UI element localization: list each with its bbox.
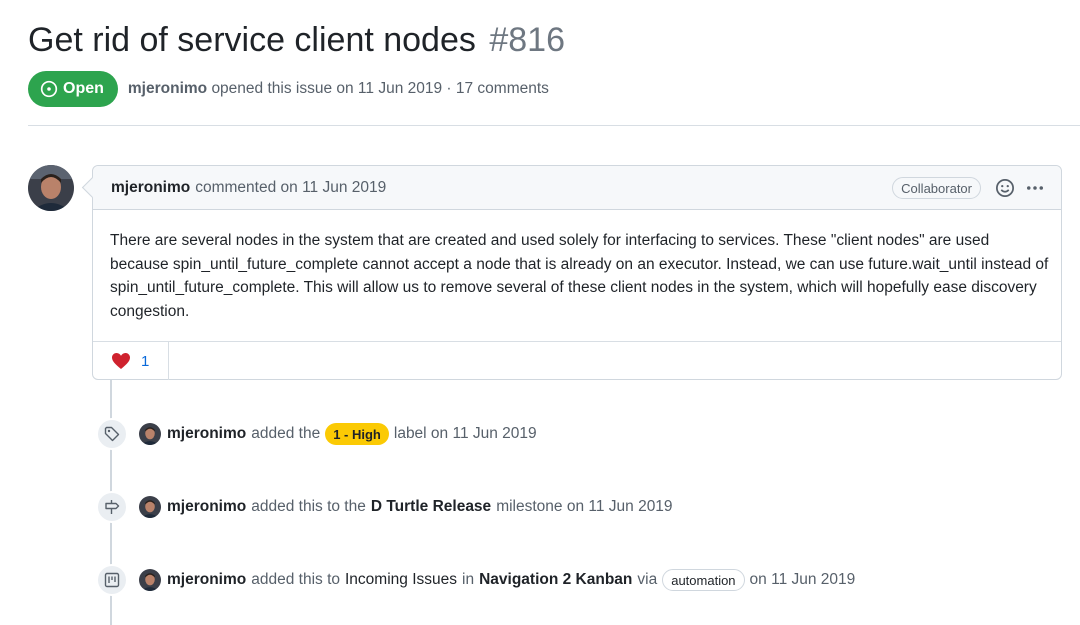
timeline-item-milestone: mjeronimo added this to the D Turtle Rel…	[96, 491, 673, 523]
issue-state-label: Open	[63, 80, 104, 97]
timeline-text: mjeronimo added this to Incoming Issues …	[167, 569, 855, 591]
avatar-image	[28, 165, 74, 211]
comment-timestamp[interactable]: commented on 11 Jun 2019	[195, 179, 386, 197]
avatar[interactable]	[139, 496, 161, 518]
issue-opened-details: opened this issue on 11 Jun 2019 · 17 co…	[211, 80, 549, 97]
automation-badge: automation	[662, 569, 745, 591]
timeline-prefix: added this to the	[251, 498, 366, 515]
collaborator-badge: Collaborator	[892, 177, 981, 199]
milestone-link[interactable]: D Turtle Release	[371, 498, 491, 516]
reaction-heart[interactable]: 1	[93, 342, 169, 380]
issue-number: #816	[489, 21, 565, 59]
reactions-bar: 1	[93, 341, 1061, 380]
reaction-count: 1	[141, 352, 150, 370]
timeline-suffix: on 11 Jun 2019	[749, 571, 856, 588]
timeline-author-link[interactable]: mjeronimo	[167, 498, 246, 516]
timeline-item-label: mjeronimo added the 1 - High label on 11…	[96, 418, 537, 450]
issue-title-text: Get rid of service client nodes	[28, 21, 476, 59]
timeline-author-link[interactable]: mjeronimo	[167, 571, 246, 589]
issue-meta: Open mjeronimo opened this issue on 11 J…	[28, 71, 549, 107]
header-divider	[28, 125, 1080, 126]
smiley-icon[interactable]	[993, 176, 1017, 200]
tag-icon	[96, 418, 128, 450]
project-icon	[96, 564, 128, 596]
avatar[interactable]	[139, 569, 161, 591]
issue-opened-text: mjeronimo opened this issue on 11 Jun 20…	[128, 80, 549, 98]
timeline-prefix: added the	[251, 425, 321, 442]
milestone-icon	[96, 491, 128, 523]
comment-header: mjeronimo commented on 11 Jun 2019 Colla…	[93, 166, 1061, 210]
heart-icon	[112, 353, 130, 369]
issue-state-badge: Open	[28, 71, 118, 107]
label-badge[interactable]: 1 - High	[325, 423, 389, 445]
timeline-suffix: label on 11 Jun 2019	[393, 425, 537, 442]
timeline-text: mjeronimo added this to the D Turtle Rel…	[167, 498, 673, 516]
timeline-in-text: in	[462, 571, 475, 588]
timeline-prefix: added this to	[251, 571, 340, 588]
comment-box: mjeronimo commented on 11 Jun 2019 Colla…	[92, 165, 1062, 380]
issue-title: Get rid of service client nodes #816	[28, 18, 1080, 62]
issue-header: Get rid of service client nodes #816	[28, 18, 1080, 62]
avatar[interactable]	[28, 165, 74, 211]
issue-author-link[interactable]: mjeronimo	[128, 80, 207, 97]
issue-opened-icon	[40, 80, 58, 98]
timeline-item-project: mjeronimo added this to Incoming Issues …	[96, 564, 855, 596]
comment-author-link[interactable]: mjeronimo	[111, 179, 190, 197]
project-column-link[interactable]: Incoming Issues	[345, 571, 457, 589]
timeline-suffix: milestone on 11 Jun 2019	[496, 498, 673, 515]
timeline-author-link[interactable]: mjeronimo	[167, 425, 246, 443]
timeline-text: mjeronimo added the 1 - High label on 11…	[167, 423, 537, 445]
kebab-horizontal-icon[interactable]	[1023, 176, 1047, 200]
comment-header-actions: Collaborator	[892, 166, 1047, 210]
comment-body: There are several nodes in the system th…	[110, 232, 1049, 320]
timeline-via-text: via	[637, 571, 658, 588]
project-link[interactable]: Navigation 2 Kanban	[479, 571, 632, 589]
avatar[interactable]	[139, 423, 161, 445]
